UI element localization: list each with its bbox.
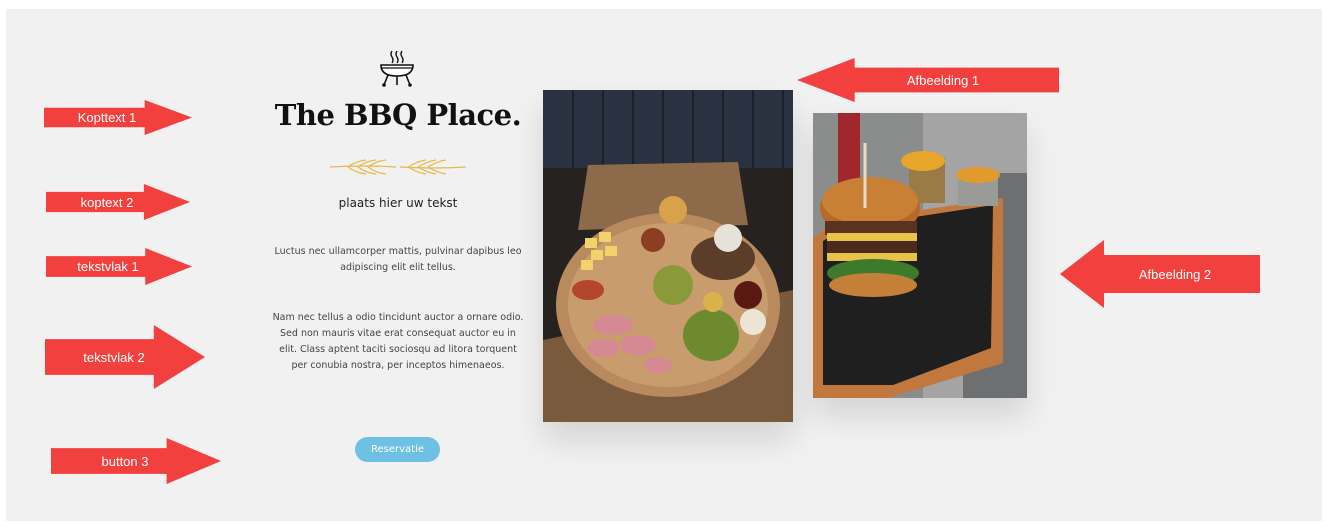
annotation-label: tekstvlak 1 (77, 259, 139, 274)
annotation-label: Afbeelding 1 (906, 72, 980, 88)
grill-icon (378, 48, 416, 88)
page-title: The BBQ Place. (274, 98, 522, 132)
annotation-label: Kopttext 1 (77, 110, 137, 125)
subtitle: plaats hier uw tekst (338, 196, 458, 210)
annotation-label: tekstvlak 2 (83, 349, 145, 365)
annotation-label: button 3 (101, 453, 149, 469)
annotation-label: koptext 2 (80, 194, 134, 210)
text-block-2: Nam nec tellus a odio tincidunt auctor a… (272, 312, 524, 371)
food-image-charcuterie (543, 90, 793, 422)
reservation-button[interactable]: Reservatie (355, 437, 440, 462)
text-block-1: Luctus nec ullamcorper mattis, pulvinar … (274, 246, 522, 273)
food-image-burger (813, 113, 1027, 398)
annotation-label: Afbeelding 2 (1138, 266, 1212, 282)
wheat-divider-icon (328, 157, 468, 177)
